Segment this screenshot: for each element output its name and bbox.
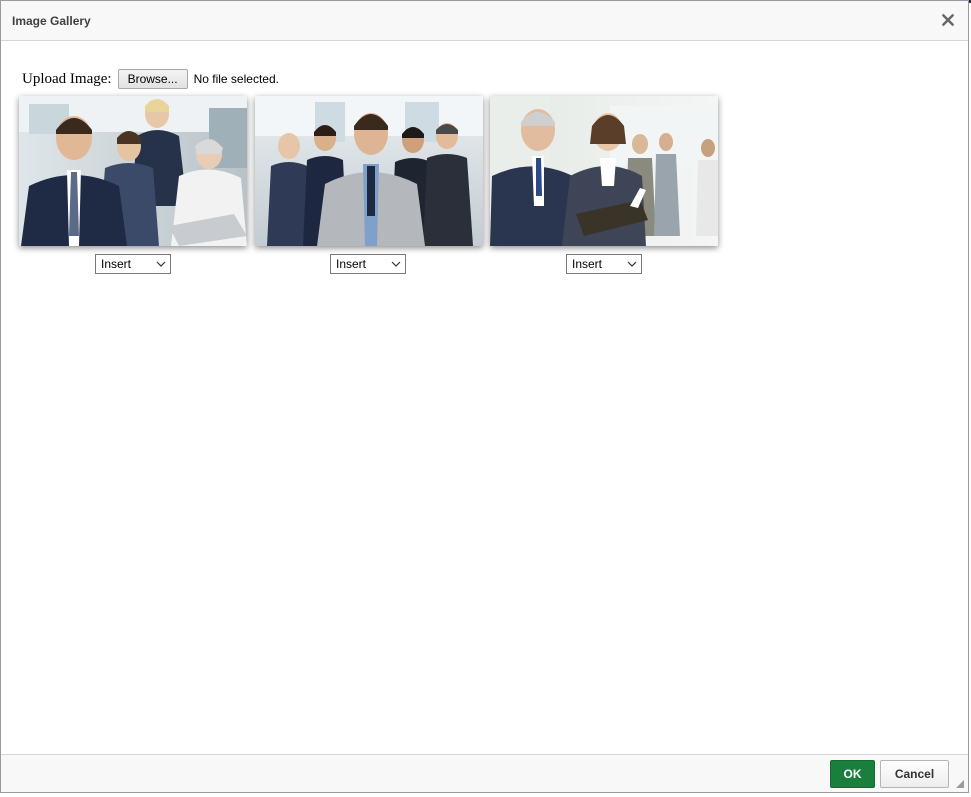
dialog-titlebar[interactable]: Image Gallery <box>1 1 968 41</box>
gallery-image-3[interactable] <box>490 96 718 246</box>
upload-image-label: Upload Image: <box>22 70 112 87</box>
dialog-footer: OK Cancel <box>1 754 968 792</box>
ok-button[interactable]: OK <box>830 760 875 788</box>
close-icon[interactable] <box>940 12 956 28</box>
cancel-button[interactable]: Cancel <box>880 760 949 788</box>
chevron-down-icon <box>391 261 401 267</box>
gallery-image-1[interactable] <box>19 96 247 246</box>
chevron-down-icon <box>156 261 166 267</box>
upload-row: Upload Image: Browse... No file selected… <box>22 68 279 90</box>
dialog-title: Image Gallery <box>12 14 91 28</box>
file-status-text: No file selected. <box>193 72 279 86</box>
chevron-down-icon <box>627 261 637 267</box>
gallery-image-2[interactable] <box>255 96 483 246</box>
resize-grip-icon[interactable] <box>955 779 965 789</box>
insert-select-2[interactable]: Insert <box>330 254 406 274</box>
image-gallery-dialog: Image Gallery Upload Image: Browse... No… <box>0 0 969 793</box>
insert-select-1[interactable]: Insert <box>95 254 171 274</box>
browse-button[interactable]: Browse... <box>117 69 188 89</box>
insert-select-3[interactable]: Insert <box>566 254 642 274</box>
insert-select-value: Insert <box>101 257 132 271</box>
insert-select-value: Insert <box>572 257 603 271</box>
insert-select-value: Insert <box>336 257 367 271</box>
